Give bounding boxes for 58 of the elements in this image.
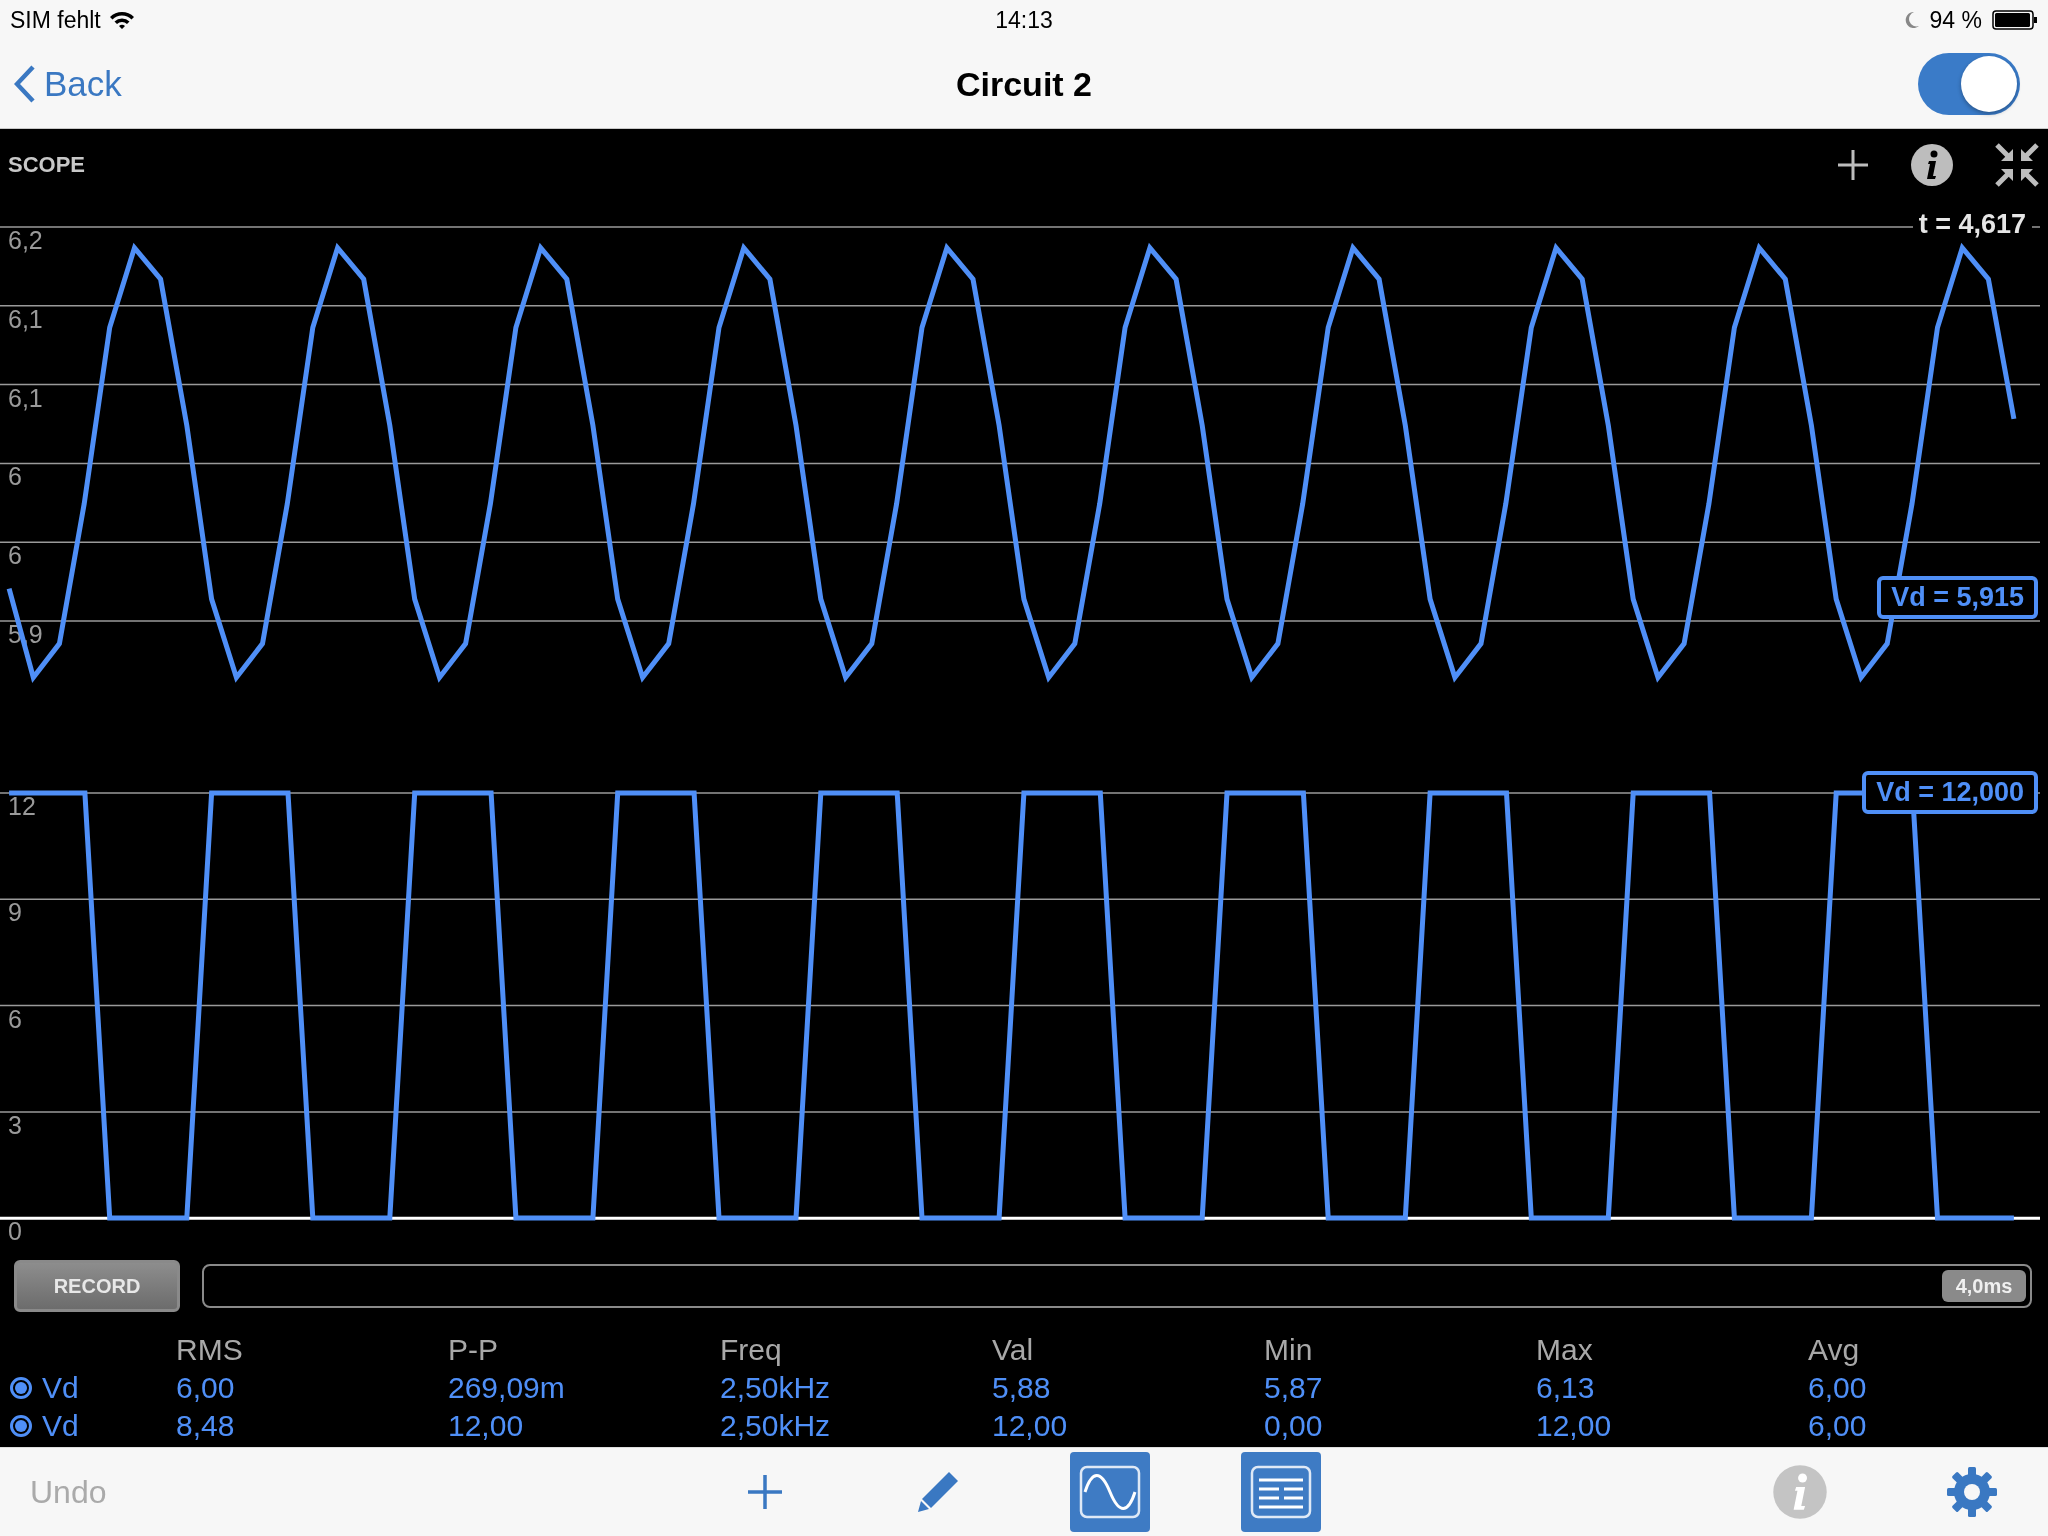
waveform-view-button[interactable] <box>1070 1452 1150 1532</box>
moon-icon <box>1903 11 1920 29</box>
column-header: Freq <box>720 1333 783 1367</box>
table-cell-text: 12,00 <box>992 1409 1069 1443</box>
battery-icon <box>1992 10 2038 30</box>
column-header: Max <box>1536 1333 1594 1367</box>
table-cell-text: 6,00 <box>1808 1409 1868 1443</box>
info-icon[interactable] <box>1910 143 1954 187</box>
carrier-text: SIM fehlt <box>10 6 101 34</box>
record-button[interactable]: RECORD <box>14 1260 180 1312</box>
table-cell-text: 6,00 <box>176 1371 236 1405</box>
axis-label: 6,1 <box>8 383 43 412</box>
back-link[interactable]: Back <box>14 64 122 104</box>
settings-icon[interactable] <box>1945 1465 1999 1519</box>
channel-name: Vd <box>42 1371 79 1405</box>
table-cell-text: 2,50kHz <box>720 1409 832 1443</box>
axis-label: 3 <box>8 1110 22 1139</box>
chevron-left-icon <box>14 65 36 103</box>
axis-label: 0 <box>8 1217 22 1241</box>
axis-label: 6 <box>8 1004 22 1033</box>
scope-title: SCOPE <box>8 152 87 178</box>
battery-percent: 94 % <box>1929 6 1982 34</box>
column-header: P-P <box>448 1333 499 1367</box>
axis-label: 6,2 <box>8 226 43 254</box>
table-view-button[interactable] <box>1241 1452 1321 1532</box>
table-cell-text: 269,09m <box>448 1371 566 1405</box>
table-cell-text: 8,48 <box>176 1409 236 1443</box>
timebase-thumb[interactable]: 4,0ms <box>1942 1270 2026 1302</box>
axis-label: 9 <box>8 898 22 927</box>
axis-label: 12 <box>8 792 36 820</box>
table-cell-text: 12,00 <box>1536 1409 1613 1443</box>
timebase-slider[interactable]: 4,0ms <box>202 1264 2032 1308</box>
axis-label: 6,1 <box>8 304 43 333</box>
clock-text: 14:13 <box>995 6 1053 34</box>
wifi-icon <box>108 10 135 30</box>
table-cell-text: 12,00 <box>448 1409 525 1443</box>
channel-name: Vd <box>42 1409 79 1443</box>
table-cell-text: 5,88 <box>992 1371 1052 1405</box>
column-header: RMS <box>176 1333 244 1367</box>
screen-title: Circuit 2 <box>955 64 1092 104</box>
collapse-icon[interactable] <box>1994 142 2040 188</box>
axis-label: 6 <box>8 541 22 570</box>
table-cell-text: 2,50kHz <box>720 1371 832 1405</box>
axis-label: 6 <box>8 462 22 491</box>
table-cell-text: 6,13 <box>1536 1371 1596 1405</box>
table-cell-text: 5,87 <box>1264 1371 1324 1405</box>
radio-button[interactable] <box>10 1377 32 1399</box>
radio-button[interactable] <box>10 1415 32 1437</box>
add-icon[interactable] <box>1836 148 1870 182</box>
toggle-switch[interactable] <box>1918 53 2020 115</box>
table-cell-text: 0,00 <box>1264 1409 1324 1443</box>
value-readout: Vd = 12,000 <box>1862 771 2038 814</box>
value-readout: Vd = 5,915 <box>1877 576 2038 619</box>
column-header: Min <box>1264 1333 1314 1367</box>
column-header: Avg <box>1808 1333 1861 1367</box>
column-header: Val <box>992 1333 1035 1367</box>
table-cell-text: 6,00 <box>1808 1371 1868 1405</box>
pencil-icon[interactable] <box>915 1469 961 1515</box>
